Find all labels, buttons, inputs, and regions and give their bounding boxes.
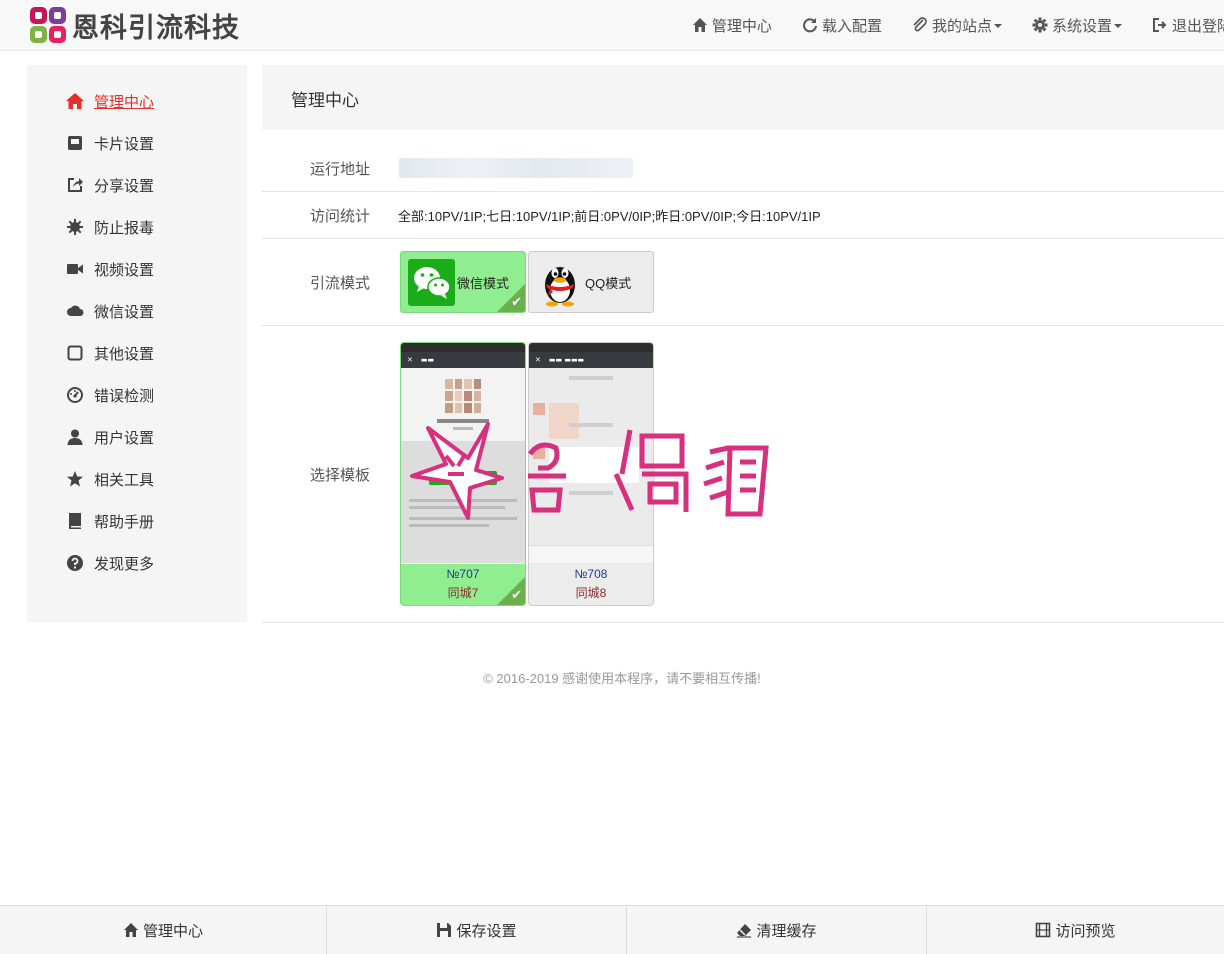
sidebar-item-label: 卡片设置	[94, 134, 155, 153]
watermark-overlay	[410, 418, 780, 526]
nav-system-settings-dropdown[interactable]: 系统设置	[1032, 15, 1122, 36]
sidebar-item-anti-flag[interactable]: 防止报毒	[65, 215, 154, 239]
template-number: №708	[574, 567, 608, 581]
logout-icon	[1152, 17, 1168, 33]
home-icon	[692, 17, 708, 33]
bottom-item-label: 清理缓存	[756, 921, 817, 940]
user-icon	[65, 427, 85, 447]
sidebar-item-label: 用户设置	[94, 428, 155, 447]
save-icon	[436, 922, 452, 938]
home-icon	[65, 91, 85, 111]
shield-burst-icon	[65, 217, 85, 237]
nav-label: 管理中心	[711, 16, 772, 35]
top-nav: 管理中心 载入配置 我的站点 系统设置 退出登陆	[662, 0, 1224, 50]
bottom-item-label: 访问预览	[1055, 921, 1116, 940]
star-icon	[65, 469, 85, 489]
chevron-down-icon	[1113, 24, 1122, 28]
brand-name: 恩科引流科技	[72, 13, 240, 44]
page-title: 管理中心	[291, 91, 359, 111]
template-label: 选择模板	[310, 466, 371, 484]
square-icon	[65, 343, 85, 363]
template-name: 同城8	[575, 586, 607, 600]
divider	[262, 325, 1224, 326]
sidebar-item-wechat-settings[interactable]: 微信设置	[65, 299, 154, 323]
sidebar-item-label: 微信设置	[94, 302, 155, 321]
card-icon	[65, 133, 85, 153]
sidebar-item-video-settings[interactable]: 视频设置	[65, 257, 154, 281]
sidebar-item-label: 防止报毒	[94, 218, 155, 237]
sidebar-item-help-manual[interactable]: 帮助手册	[65, 509, 154, 533]
sidebar-item-label: 视频设置	[94, 260, 155, 279]
chevron-down-icon	[993, 24, 1002, 28]
sidebar-item-label: 相关工具	[94, 470, 155, 489]
sidebar-item-label: 其他设置	[94, 344, 155, 363]
sidebar: 管理中心 卡片设置 分享设置 防止报毒 视频设置 微信设置 其他设置 错误检测 …	[27, 65, 247, 622]
brand-logo[interactable]: 恩科引流科技	[30, 6, 240, 45]
address-label: 运行地址	[310, 160, 371, 178]
top-navbar: 恩科引流科技 管理中心 载入配置 我的站点 系统设置 退出登	[0, 0, 1224, 51]
sidebar-item-label: 管理中心	[94, 92, 155, 111]
bottom-item-label: 保存设置	[456, 921, 517, 940]
sidebar-item-label: 错误检测	[94, 386, 155, 405]
footer-copyright: © 2016-2019 感谢使用本程序，请不要相互传播!	[483, 671, 761, 686]
divider	[262, 622, 1224, 623]
sidebar-item-share-settings[interactable]: 分享设置	[65, 173, 154, 197]
nav-my-sites-dropdown[interactable]: 我的站点	[912, 15, 1002, 36]
bottom-action-bar: 管理中心 保存设置 清理缓存 访问预览	[0, 905, 1224, 954]
sidebar-item-label: 帮助手册	[94, 512, 155, 531]
sidebar-item-admin-center[interactable]: 管理中心	[65, 89, 154, 113]
question-icon	[65, 553, 85, 573]
sidebar-item-discover-more[interactable]: 发现更多	[65, 551, 154, 575]
run-address-value-blurred	[399, 158, 633, 178]
sidebar-item-label: 发现更多	[94, 554, 155, 573]
checkmark-icon: ✔	[511, 588, 522, 603]
nav-label: 我的站点	[931, 16, 992, 35]
stats-value: 全部:10PV/1IP;七日:10PV/1IP;前日:0PV/0IP;昨日:0P…	[398, 209, 821, 224]
divider	[262, 238, 1224, 239]
bottom-clear-cache-button[interactable]: 清理缓存	[627, 906, 927, 954]
refresh-icon	[802, 17, 818, 33]
home-icon	[123, 922, 139, 938]
sidebar-item-related-tools[interactable]: 相关工具	[65, 467, 154, 491]
eraser-icon	[736, 922, 752, 938]
stats-label: 访问统计	[310, 207, 371, 225]
mode-option-qq[interactable]: QQ模式	[528, 251, 654, 313]
bottom-preview-button[interactable]: 访问预览	[927, 906, 1224, 954]
mode-label-text: QQ模式	[585, 275, 632, 291]
sidebar-item-other-settings[interactable]: 其他设置	[65, 341, 154, 365]
book-icon	[65, 511, 85, 531]
cloud-icon	[65, 301, 85, 321]
checkmark-icon: ✔	[511, 295, 522, 310]
nav-label: 退出登陆	[1171, 16, 1224, 35]
sidebar-item-error-check[interactable]: 错误检测	[65, 383, 154, 407]
nav-logout[interactable]: 退出登陆	[1152, 15, 1224, 36]
film-icon	[1035, 922, 1051, 938]
bottom-save-settings-button[interactable]: 保存设置	[327, 906, 627, 954]
bottom-item-label: 管理中心	[142, 921, 203, 940]
sidebar-item-user-settings[interactable]: 用户设置	[65, 425, 154, 449]
bottom-admin-center-button[interactable]: 管理中心	[0, 906, 327, 954]
mode-option-wechat[interactable]: 微信模式 ✔	[400, 251, 526, 313]
nav-admin-center[interactable]: 管理中心	[692, 15, 772, 36]
nav-label: 系统设置	[1051, 16, 1112, 35]
divider	[262, 191, 1224, 192]
paperclip-icon	[912, 17, 928, 33]
logo-mark-icon	[30, 6, 68, 45]
sidebar-item-card-settings[interactable]: 卡片设置	[65, 131, 154, 155]
nav-load-config[interactable]: 载入配置	[802, 15, 882, 36]
wechat-icon	[408, 258, 455, 306]
gear-icon	[1032, 17, 1048, 33]
video-icon	[65, 259, 85, 279]
sidebar-item-label: 分享设置	[94, 176, 155, 195]
mode-label: 引流模式	[310, 274, 371, 292]
dashboard-icon	[65, 385, 85, 405]
panel-header: 管理中心	[262, 65, 1224, 130]
share-icon	[65, 175, 85, 195]
nav-label: 载入配置	[821, 16, 882, 35]
qq-penguin-icon	[537, 257, 583, 307]
